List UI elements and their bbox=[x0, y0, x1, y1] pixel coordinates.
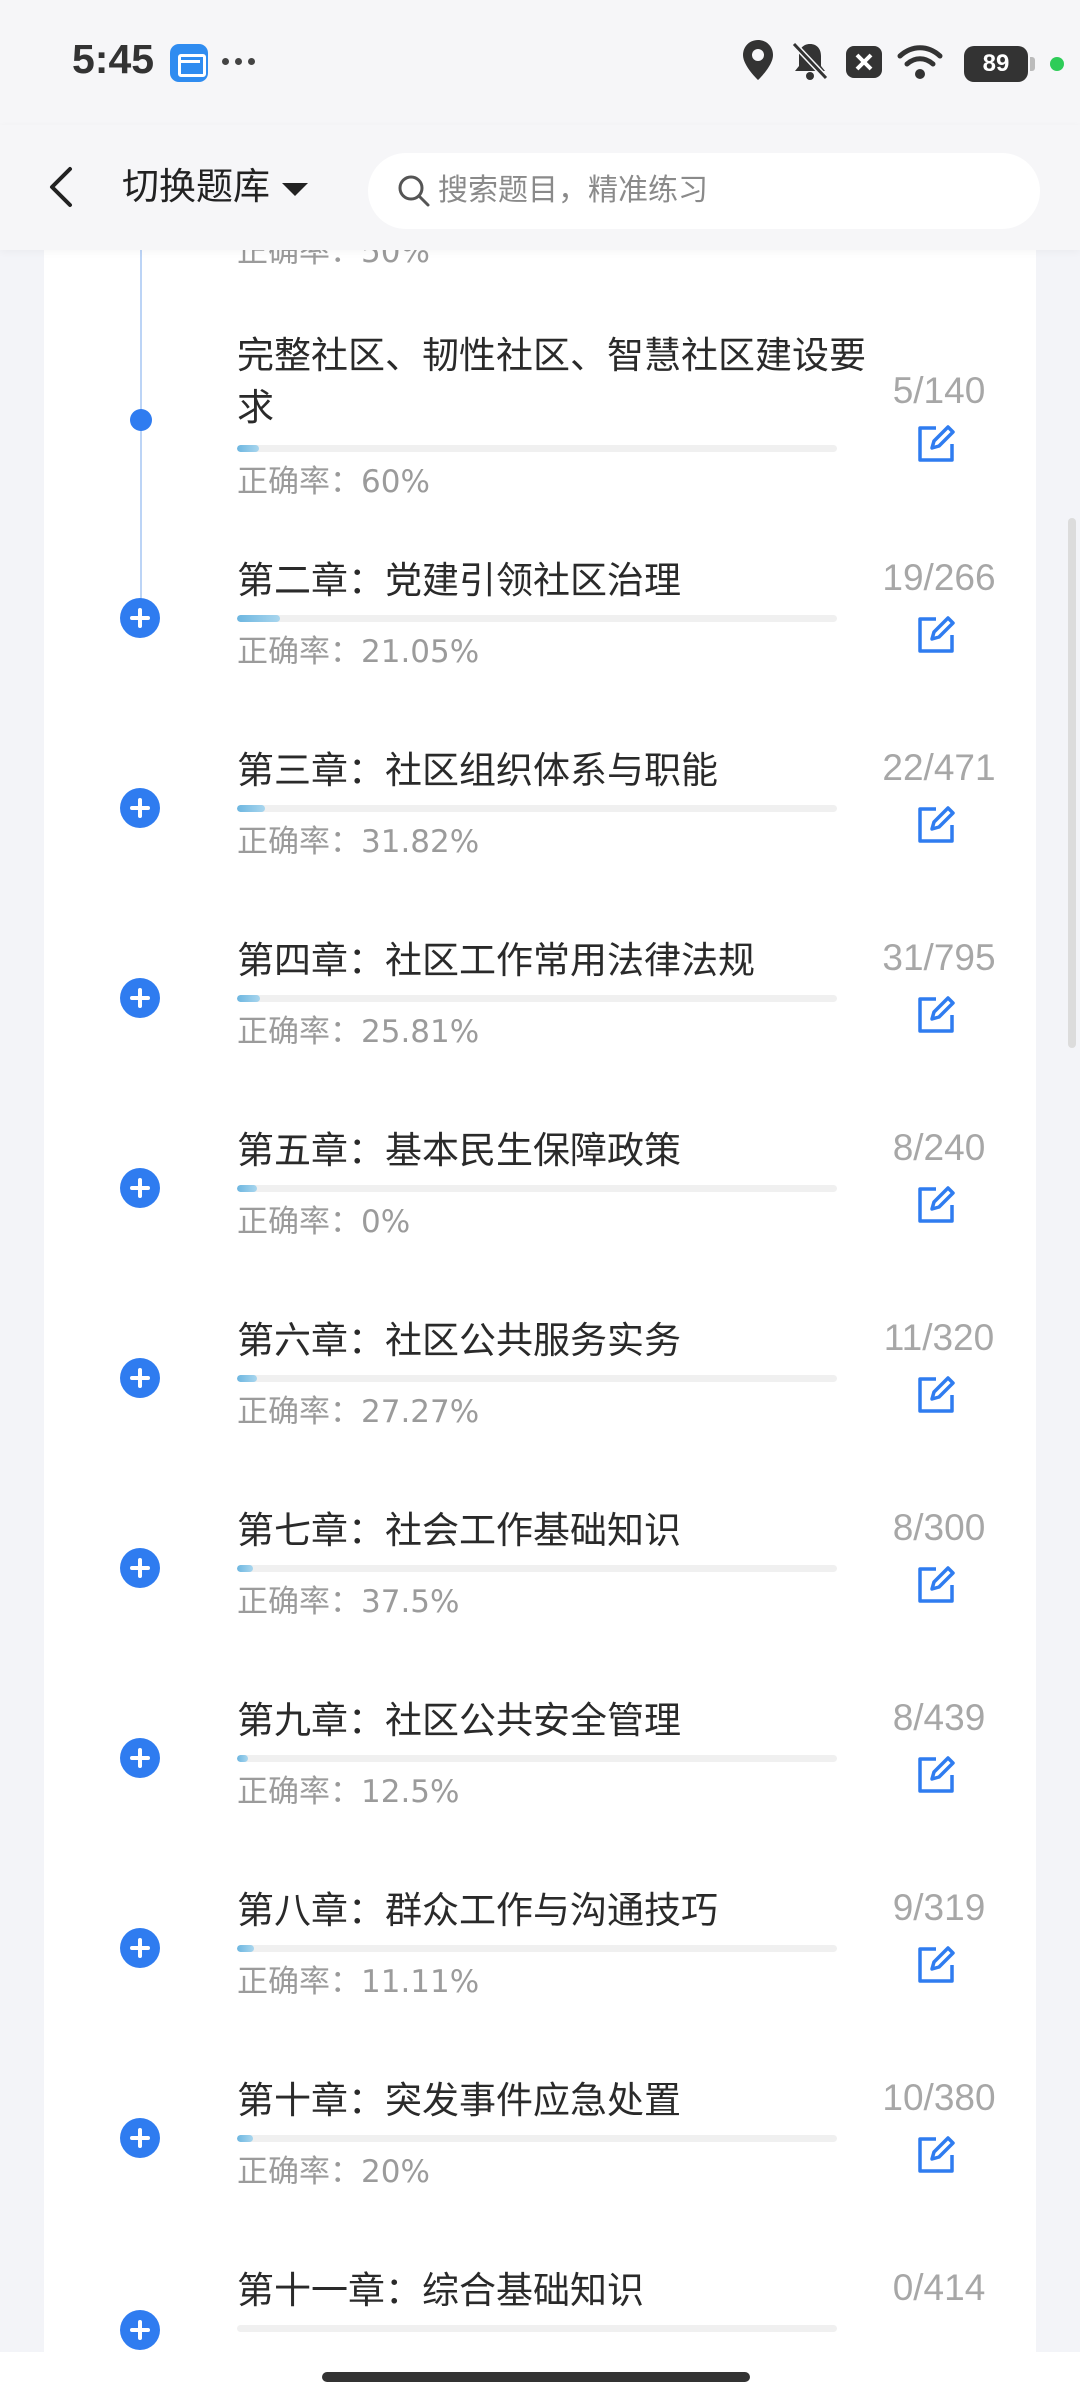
progress-bar-fill bbox=[237, 615, 280, 622]
progress-bar-fill bbox=[237, 805, 266, 812]
battery-tip bbox=[1030, 57, 1035, 71]
accuracy-rate: 正确率：21.05% bbox=[237, 634, 480, 670]
chapter-title: 第十一章：综合基础知识 bbox=[237, 2269, 644, 2312]
more-notifications-icon bbox=[222, 58, 258, 66]
progress-bar bbox=[237, 615, 837, 622]
chapter-title: 第九章：社区公共安全管理 bbox=[237, 1699, 681, 1742]
switch-question-bank-button[interactable]: 切换题库 bbox=[122, 159, 308, 215]
accuracy-rate: 正确率：20% bbox=[237, 2154, 430, 2190]
progress-bar-fill bbox=[237, 1375, 258, 1382]
progress-bar bbox=[237, 1375, 837, 1382]
progress-bar bbox=[237, 805, 837, 812]
question-count: 0/414 bbox=[892, 2267, 986, 2308]
edit-practice-icon[interactable] bbox=[914, 1753, 958, 1797]
accuracy-rate: 正确率：12.5% bbox=[237, 1774, 460, 1810]
search-input[interactable]: 搜索题目，精准练习 bbox=[368, 153, 1040, 229]
question-count: 5/140 bbox=[892, 370, 986, 411]
progress-bar bbox=[237, 445, 837, 452]
edit-practice-icon[interactable] bbox=[914, 1373, 958, 1417]
status-icons: 89 bbox=[740, 38, 1080, 88]
progress-bar-fill bbox=[237, 1185, 257, 1192]
chapter-title: 第四章：社区工作常用法律法规 bbox=[237, 939, 755, 982]
privacy-indicator-dot bbox=[1050, 57, 1064, 71]
chapter-title: 第五章：基本民生保障政策 bbox=[237, 1129, 681, 1172]
progress-bar-fill bbox=[237, 995, 261, 1002]
scrollbar[interactable] bbox=[1068, 518, 1076, 1048]
edit-practice-icon[interactable] bbox=[914, 1943, 958, 1987]
chapter-title: 第二章：党建引领社区治理 bbox=[237, 559, 681, 602]
progress-bar bbox=[237, 1565, 837, 1572]
bell-off-icon bbox=[791, 41, 829, 81]
expand-plus-icon[interactable] bbox=[120, 598, 160, 638]
chapter-title: 第三章：社区组织体系与职能 bbox=[237, 749, 718, 792]
accuracy-rate: 正确率：37.5% bbox=[237, 1584, 460, 1620]
battery-icon: 89 bbox=[964, 46, 1028, 82]
progress-bar bbox=[237, 995, 837, 1002]
chapter-title: 完整社区、韧性社区、智慧社区建设要求 bbox=[237, 334, 866, 429]
progress-bar-fill bbox=[237, 1565, 254, 1572]
top-nav-bar: 切换题库 搜索题目，精准练习 bbox=[0, 125, 1080, 250]
search-icon bbox=[398, 175, 430, 207]
edit-practice-icon[interactable] bbox=[914, 1183, 958, 1227]
progress-bar-fill bbox=[237, 445, 259, 452]
accuracy-rate: 正确率：31.82% bbox=[237, 824, 480, 860]
expand-plus-icon[interactable] bbox=[120, 1928, 160, 1968]
edit-practice-icon[interactable] bbox=[914, 993, 958, 1037]
back-arrow-icon[interactable] bbox=[42, 163, 82, 211]
question-count: 22/471 bbox=[882, 747, 996, 788]
progress-bar bbox=[237, 1755, 837, 1762]
edit-practice-icon[interactable] bbox=[914, 803, 958, 847]
edit-practice-icon[interactable] bbox=[914, 422, 958, 466]
tree-connector-line bbox=[140, 250, 142, 620]
accuracy-rate: 正确率：27.27% bbox=[237, 1394, 480, 1430]
chapter-list: 正确率：50% 完整社区、韧性社区、智慧社区建设要求 正确率：60% 5/140 第二… bbox=[44, 200, 1036, 2360]
question-count: 31/795 bbox=[882, 937, 996, 978]
progress-bar-fill bbox=[237, 1755, 248, 1762]
edit-practice-icon[interactable] bbox=[914, 1563, 958, 1607]
system-nav-bar bbox=[0, 2352, 1080, 2400]
progress-bar bbox=[237, 1945, 837, 1952]
edit-practice-icon[interactable] bbox=[914, 2133, 958, 2177]
expand-plus-icon[interactable] bbox=[120, 1168, 160, 1208]
expand-plus-icon[interactable] bbox=[120, 1548, 160, 1588]
search-placeholder: 搜索题目，精准练习 bbox=[438, 173, 708, 208]
location-icon bbox=[743, 40, 773, 80]
chapter-title: 第八章：群众工作与沟通技巧 bbox=[237, 1889, 718, 1932]
accuracy-rate: 正确率：0% bbox=[237, 1204, 411, 1240]
chapter-title: 第十章：突发事件应急处置 bbox=[237, 2079, 681, 2122]
wallet-app-icon bbox=[170, 44, 208, 82]
expand-plus-icon[interactable] bbox=[120, 1738, 160, 1778]
home-indicator[interactable] bbox=[322, 2372, 750, 2382]
question-count: 19/266 bbox=[882, 557, 996, 598]
progress-bar bbox=[237, 1185, 837, 1192]
progress-bar-fill bbox=[237, 2135, 253, 2142]
accuracy-rate: 正确率：11.11% bbox=[237, 1964, 480, 2000]
chapter-title: 第七章：社会工作基础知识 bbox=[237, 1509, 681, 1552]
caret-down-icon bbox=[282, 182, 308, 196]
question-count: 9/319 bbox=[892, 1887, 986, 1928]
question-count: 10/380 bbox=[882, 2077, 996, 2118]
accuracy-rate: 正确率：25.81% bbox=[237, 1014, 480, 1050]
progress-bar bbox=[237, 2135, 837, 2142]
status-bar: 5:45 89 bbox=[0, 0, 1080, 125]
expand-plus-icon[interactable] bbox=[120, 1358, 160, 1398]
question-count: 8/300 bbox=[892, 1507, 986, 1548]
expand-plus-icon[interactable] bbox=[120, 2310, 160, 2350]
expand-plus-icon[interactable] bbox=[120, 2118, 160, 2158]
progress-bar-fill bbox=[237, 1945, 254, 1952]
question-count: 11/320 bbox=[883, 1317, 995, 1358]
expand-plus-icon[interactable] bbox=[120, 788, 160, 828]
switch-question-bank-label: 切换题库 bbox=[122, 165, 270, 208]
close-box-icon bbox=[846, 46, 882, 78]
expand-plus-icon[interactable] bbox=[120, 978, 160, 1018]
wifi-icon bbox=[897, 45, 943, 79]
question-count: 8/439 bbox=[892, 1697, 986, 1738]
question-count: 8/240 bbox=[892, 1127, 986, 1168]
chapter-title: 第六章：社区公共服务实务 bbox=[237, 1319, 681, 1362]
edit-practice-icon[interactable] bbox=[914, 613, 958, 657]
status-time: 5:45 bbox=[72, 36, 155, 82]
accuracy-rate: 正确率：60% bbox=[237, 464, 430, 500]
progress-bar bbox=[237, 2325, 837, 2332]
timeline-dot bbox=[130, 409, 152, 431]
